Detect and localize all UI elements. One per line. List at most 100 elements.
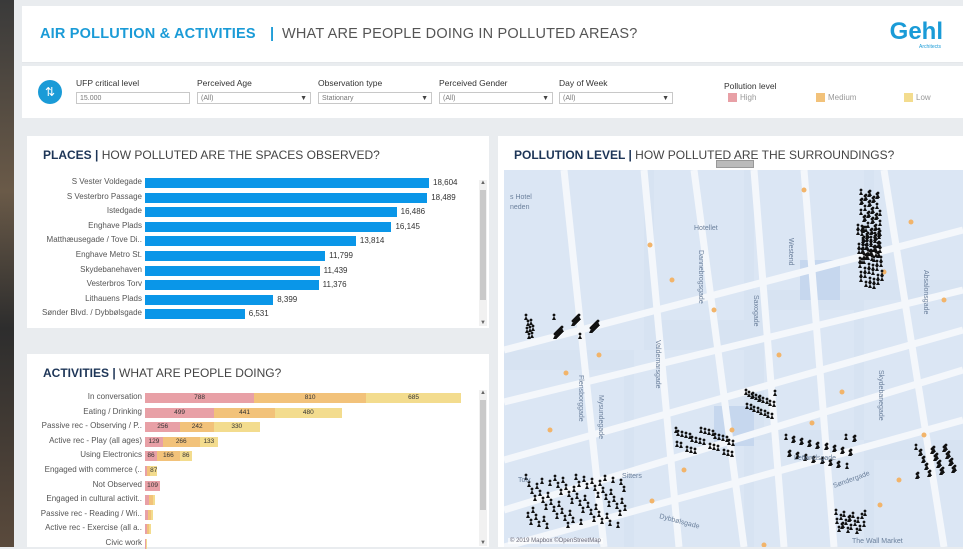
activity-segment-low[interactable]: 133 xyxy=(199,436,219,447)
observation-mark xyxy=(865,239,869,243)
activity-segment-low[interactable] xyxy=(149,524,152,535)
sensor-dot xyxy=(908,219,914,225)
observation-mark xyxy=(747,390,751,394)
gender-select[interactable]: (All) ▼ xyxy=(439,92,553,104)
activity-segment-medium[interactable]: 266 xyxy=(162,436,200,447)
activity-segment-high[interactable]: 86 xyxy=(145,451,157,462)
activity-segment-high[interactable]: 788 xyxy=(145,393,255,403)
activity-segment-medium[interactable]: 242 xyxy=(180,422,214,433)
activities-scrollbar[interactable]: ▲ ▼ xyxy=(479,390,487,546)
activity-label: Eating / Drinking xyxy=(83,406,142,416)
age-select[interactable]: (All) ▼ xyxy=(197,92,311,104)
age-label: Perceived Age xyxy=(197,78,252,88)
activity-segment-high[interactable]: 256 xyxy=(145,422,181,433)
activity-segment-high[interactable]: 109 xyxy=(145,480,161,491)
activity-segment-medium[interactable]: 166 xyxy=(156,451,180,462)
activity-segment-medium[interactable]: 810 xyxy=(254,393,367,403)
activity-segment-low[interactable]: 480 xyxy=(275,407,342,418)
observation-mark xyxy=(916,471,920,475)
observation-mark xyxy=(871,216,875,220)
chevron-down-icon: ▼ xyxy=(542,95,549,102)
places-scrollbar[interactable]: ▲ ▼ xyxy=(479,180,487,326)
obs-select[interactable]: Stationary ▼ xyxy=(318,92,432,104)
observation-mark xyxy=(862,252,866,256)
map-canvas[interactable]: Hotellet Westend Dannebrogsgade Saxogade Val… xyxy=(504,170,963,547)
observation-mark xyxy=(914,446,918,450)
observation-mark xyxy=(556,481,560,485)
observation-mark xyxy=(922,455,926,459)
legend-medium[interactable]: Medium xyxy=(828,93,856,102)
place-bar[interactable] xyxy=(145,251,326,261)
pollution-map[interactable]: Hotellet Westend Dannebrogsgade Saxogade Val… xyxy=(504,170,963,547)
street-label: The Wall Market xyxy=(852,538,903,545)
scroll-thumb[interactable] xyxy=(480,190,486,300)
observation-mark xyxy=(791,436,795,440)
observation-mark xyxy=(727,438,731,442)
legend-swatch-medium[interactable] xyxy=(816,93,825,102)
observation-mark xyxy=(717,433,721,437)
place-bar[interactable] xyxy=(145,178,429,188)
place-bar[interactable] xyxy=(145,236,356,247)
sensor-dot xyxy=(801,187,807,193)
observation-mark xyxy=(582,475,586,479)
activity-segment-low[interactable]: 685 xyxy=(366,393,461,403)
sensor-dot xyxy=(647,242,653,248)
place-label: Istedgade xyxy=(106,206,142,216)
observation-mark xyxy=(744,388,748,392)
scroll-up-icon: ▲ xyxy=(480,180,486,186)
observation-mark xyxy=(749,403,753,407)
observation-mark xyxy=(598,479,602,483)
legend-low[interactable]: Low xyxy=(916,93,931,102)
activity-segment-high[interactable]: 499 xyxy=(145,407,215,418)
scroll-thumb[interactable] xyxy=(480,400,486,510)
activity-segment-low[interactable] xyxy=(152,495,156,506)
observation-mark xyxy=(845,462,849,466)
observation-mark xyxy=(864,280,868,284)
place-bar[interactable] xyxy=(145,280,319,291)
observation-mark xyxy=(552,313,556,317)
observation-mark xyxy=(873,236,877,240)
ufp-input[interactable]: 15.000 xyxy=(76,92,190,104)
observation-mark xyxy=(713,432,717,436)
place-bar[interactable] xyxy=(145,294,274,305)
place-bar[interactable] xyxy=(145,207,397,218)
observation-mark xyxy=(787,450,791,454)
observation-mark xyxy=(612,495,616,499)
map-drag-handle[interactable] xyxy=(716,160,754,168)
activity-segment-low[interactable]: 330 xyxy=(213,422,260,433)
sensor-dot xyxy=(596,352,602,358)
place-label: Enghave Plads xyxy=(88,220,142,230)
observation-mark xyxy=(529,518,533,522)
activity-segment-low[interactable] xyxy=(146,539,148,549)
activity-segment-low[interactable] xyxy=(150,509,154,520)
place-bar[interactable] xyxy=(145,265,320,276)
observation-mark xyxy=(570,497,574,501)
observation-mark xyxy=(851,511,855,515)
activity-segment-low[interactable]: 86 xyxy=(179,451,192,462)
observation-mark xyxy=(872,282,876,286)
activity-segment-low[interactable]: 87 xyxy=(150,466,158,476)
observation-mark xyxy=(608,519,612,523)
day-select[interactable]: (All) ▼ xyxy=(559,92,673,104)
activity-segment-medium[interactable]: 441 xyxy=(214,407,276,418)
sliders-icon[interactable]: ⇅ xyxy=(38,80,62,104)
observation-mark xyxy=(601,486,605,490)
observation-mark xyxy=(857,247,861,251)
place-bar[interactable] xyxy=(145,221,392,232)
observation-mark xyxy=(707,428,711,432)
observation-mark xyxy=(880,274,884,278)
observation-mark xyxy=(853,519,857,523)
activity-segment-high[interactable]: 129 xyxy=(145,436,163,447)
observation-mark xyxy=(772,400,776,404)
place-bar[interactable] xyxy=(145,309,245,320)
map-attribution[interactable]: © 2019 Mapbox ©OpenStreetMap xyxy=(508,538,603,544)
activity-label: Engaged in cultural activit.. xyxy=(46,494,142,504)
legend-swatch-high[interactable] xyxy=(728,93,737,102)
legend-swatch-low[interactable] xyxy=(904,93,913,102)
place-bar[interactable] xyxy=(145,192,428,203)
observation-mark xyxy=(855,527,859,531)
sensor-dot xyxy=(809,420,815,426)
place-label: Vesterbros Torv xyxy=(86,279,142,289)
observation-mark xyxy=(708,442,712,446)
legend-high[interactable]: High xyxy=(740,93,756,102)
